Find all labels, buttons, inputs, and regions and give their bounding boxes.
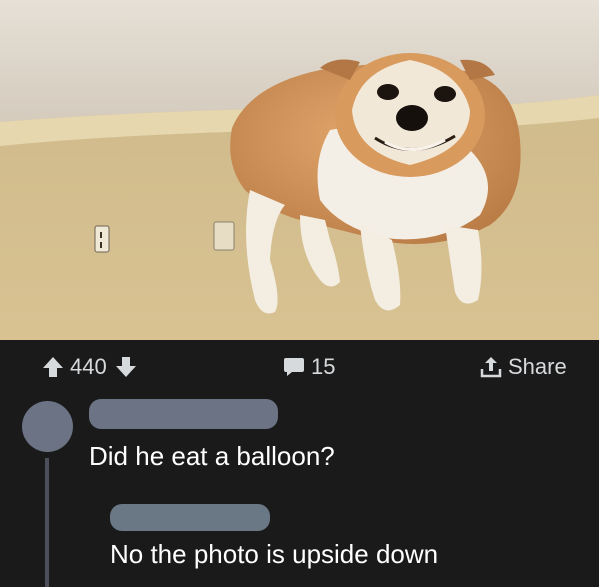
arrow-down-icon[interactable]: [115, 355, 137, 379]
redacted-username: [89, 399, 278, 429]
share-button[interactable]: Share: [480, 354, 567, 380]
arrow-up-icon[interactable]: [42, 355, 64, 379]
share-icon: [480, 357, 502, 378]
upside-down-dog-photo: [0, 0, 599, 340]
post-image[interactable]: [0, 0, 599, 340]
comment-thread: Did he eat a balloon? No the photo is up…: [0, 396, 599, 587]
vote-controls: 440: [42, 354, 137, 380]
comments-button[interactable]: 15: [283, 354, 335, 380]
comment-count: 15: [311, 354, 336, 379]
redacted-username-reply: [110, 504, 270, 531]
comment-bubble-icon: [284, 358, 304, 376]
post-action-bar: 440 15 Share: [0, 340, 599, 396]
avatar[interactable]: [22, 401, 73, 452]
share-label: Share: [508, 354, 567, 379]
vote-count: 440: [70, 354, 107, 379]
comment-body: Did he eat a balloon?: [89, 441, 335, 471]
reply-body: No the photo is upside down: [110, 539, 439, 569]
thread-collapse-line[interactable]: [45, 458, 49, 587]
